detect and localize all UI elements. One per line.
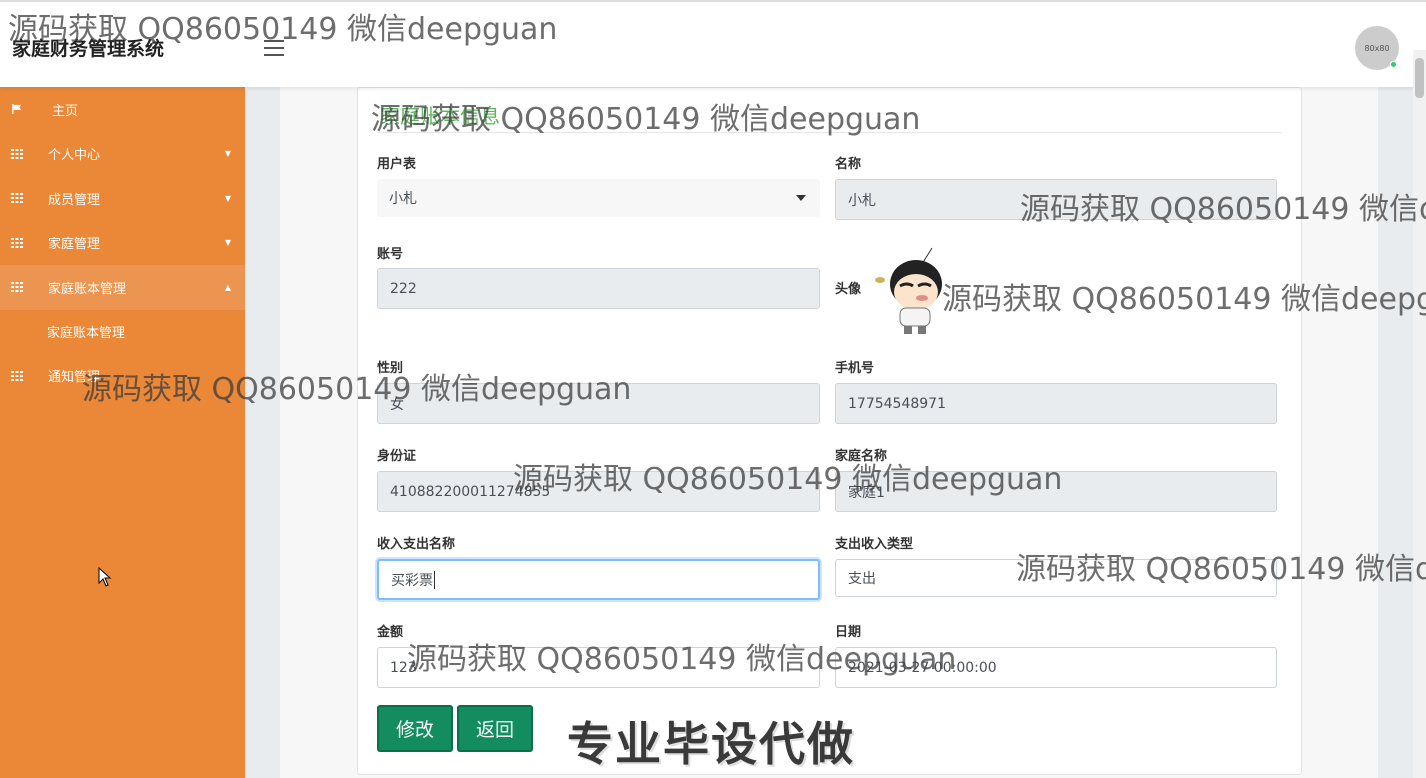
watermark: 源码获取 QQ86050149 微信deepguan	[407, 642, 957, 677]
sidebar-item-family-management[interactable]: 家庭管理 ▼	[0, 221, 245, 266]
grid-icon	[11, 193, 23, 204]
scroll-thumb[interactable]	[1415, 58, 1424, 98]
avatar-placeholder-text: 80x80	[1364, 43, 1390, 53]
watermark: 源码获取 QQ86050149 微信d	[1016, 552, 1426, 587]
sidebar-item-label: 成员管理	[48, 192, 101, 208]
sidebar: 主页 个人中心 ▼ 成员管理 ▼ 家庭管理 ▼ 家庭账本管理 ▲ 家庭账本管理 …	[0, 87, 245, 778]
name-label: 名称	[835, 157, 862, 172]
watermark: 源码获取 QQ86050149 微信deepguan	[513, 462, 1063, 497]
watermark: 源码获取 QQ86050149 微信d	[1020, 192, 1426, 227]
id-card-label: 身份证	[377, 449, 417, 464]
amount-label: 金额	[377, 625, 404, 640]
account-label: 账号	[377, 247, 404, 262]
sidebar-item-family-ledger[interactable]: 家庭账本管理 ▲	[0, 265, 245, 310]
sidebar-item-label: 家庭账本管理	[48, 281, 127, 297]
account-field[interactable]: 222	[377, 268, 820, 309]
caret-up-icon: ▲	[224, 282, 231, 292]
sidebar-item-label: 家庭管理	[48, 237, 101, 253]
user-table-value: 小札	[389, 191, 417, 207]
online-status-icon	[1390, 61, 1397, 68]
avatar-label: 头像	[835, 282, 862, 297]
watermark: 源码获取 QQ86050149 微信deepguan	[82, 372, 632, 407]
sidebar-item-label: 个人中心	[48, 148, 101, 164]
watermark: 源码获取 QQ86050149 微信deepguan	[371, 102, 921, 137]
text-cursor	[434, 570, 435, 589]
sidebar-item-label: 主页	[52, 103, 79, 119]
sidebar-item-home[interactable]: 主页	[0, 87, 245, 132]
promo-banner-text: 专业毕设代做	[567, 717, 855, 771]
caret-down-icon: ▼	[224, 193, 231, 203]
avatar-cartoon-image	[875, 247, 942, 334]
phone-field[interactable]: 17754548971	[835, 383, 1277, 424]
grid-icon	[11, 148, 23, 159]
phone-value: 17754548971	[848, 395, 946, 412]
account-value: 222	[390, 280, 417, 297]
name-value: 小札	[848, 192, 876, 209]
grid-icon	[11, 282, 23, 293]
back-button[interactable]: 返回	[457, 705, 533, 752]
caret-down-icon: ▼	[224, 149, 231, 159]
grid-icon	[11, 370, 23, 381]
io-name-value: 买彩票	[391, 572, 433, 589]
phone-label: 手机号	[835, 361, 875, 376]
io-name-label: 收入支出名称	[377, 537, 456, 552]
modify-button[interactable]: 修改	[377, 705, 453, 752]
avatar[interactable]: 80x80	[1355, 26, 1399, 70]
io-type-value: 支出	[848, 571, 876, 587]
user-table-label: 用户表	[377, 157, 417, 172]
sidebar-item-member-management[interactable]: 成员管理 ▼	[0, 176, 245, 221]
sidebar-item-personal-center[interactable]: 个人中心 ▼	[0, 132, 245, 177]
watermark: 源码获取 QQ86050149 微信deepgu	[942, 282, 1426, 317]
user-table-select[interactable]: 小札	[377, 179, 820, 217]
grid-icon	[11, 237, 23, 248]
caret-down-icon	[796, 195, 806, 201]
sidebar-subitem-family-ledger[interactable]: 家庭账本管理	[0, 310, 245, 354]
io-type-label: 支出收入类型	[835, 537, 914, 552]
watermark: 源码获取 QQ86050149 微信deepguan	[8, 12, 558, 47]
io-name-input[interactable]: 买彩票	[377, 559, 820, 600]
mouse-pointer-icon	[98, 567, 112, 587]
flag-icon	[12, 104, 22, 115]
page-scrollbar[interactable]	[1413, 50, 1426, 778]
caret-down-icon: ▼	[224, 238, 231, 248]
